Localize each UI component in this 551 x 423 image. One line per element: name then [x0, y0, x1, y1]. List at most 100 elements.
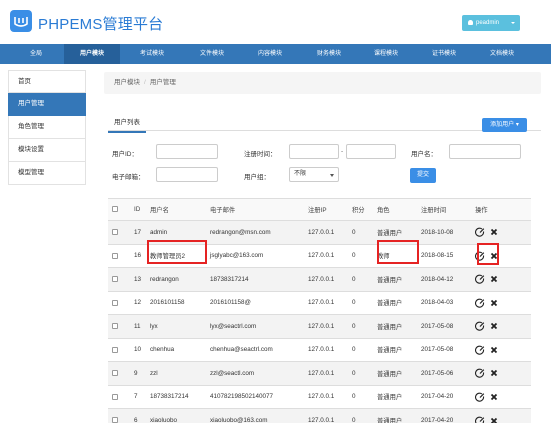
cell-regtime: 2018-04-12 [417, 267, 471, 291]
user-name: peadmin [476, 20, 500, 26]
checkbox[interactable] [112, 206, 118, 213]
row-select-cell[interactable] [108, 361, 130, 385]
edit-icon[interactable] [475, 345, 485, 355]
nav-item-course[interactable]: 课程模块 [358, 44, 414, 64]
column-header: 电子邮件 [206, 198, 304, 221]
app-header: PHPEMS管理平台 peadmin [0, 0, 551, 44]
username-label: 用户名： [411, 151, 437, 158]
row-select-cell[interactable] [108, 220, 130, 244]
checkbox[interactable] [112, 346, 118, 353]
sidebar-item-role-management[interactable]: 角色管理 [8, 116, 86, 139]
delete-icon[interactable] [489, 368, 499, 378]
nav-item-global[interactable]: 全局 [8, 44, 64, 64]
checkbox[interactable] [112, 370, 118, 377]
delete-icon[interactable] [489, 416, 499, 423]
edit-icon[interactable] [475, 227, 485, 237]
add-user-button[interactable]: 添加用户 ▾ [482, 118, 527, 132]
row-select-cell[interactable] [108, 267, 130, 291]
cell-ip: 127.0.0.1 [304, 220, 348, 244]
column-header: 角色 [373, 198, 417, 221]
uid-input[interactable] [156, 144, 218, 159]
breadcrumb: 用户模块 / 用户管理 [104, 72, 541, 94]
cell-regtime: 2017-04-20 [417, 384, 471, 409]
row-actions [471, 220, 531, 244]
cell-id: 7 [130, 384, 146, 409]
delete-icon[interactable] [489, 298, 499, 308]
submit-button[interactable]: 提交 [410, 168, 436, 183]
regtime-separator: - [341, 148, 344, 155]
row-select-cell[interactable] [108, 408, 130, 423]
row-select-cell[interactable] [108, 337, 130, 362]
checkbox[interactable] [112, 229, 118, 236]
delete-icon[interactable] [489, 392, 499, 402]
cell-role: 普通用户 [373, 408, 417, 423]
user-menu-button[interactable]: peadmin [462, 15, 520, 31]
highlight-box-edit [477, 243, 499, 265]
group-select[interactable]: 不限 [289, 167, 339, 182]
cell-username: chenhua [146, 337, 206, 362]
delete-icon[interactable] [489, 227, 499, 237]
edit-icon[interactable] [475, 298, 485, 308]
nav-item-certificate[interactable]: 证书模块 [416, 44, 472, 64]
sidebar-item-user-management[interactable]: 用户管理 [8, 93, 86, 116]
nav-item-finance[interactable]: 财务模块 [301, 44, 357, 64]
row-select-cell[interactable] [108, 290, 130, 315]
delete-icon[interactable] [489, 321, 499, 331]
cell-email: 2016101158@ [206, 290, 304, 315]
delete-icon[interactable] [489, 345, 499, 355]
nav-item-user[interactable]: 用户模块 [64, 44, 120, 64]
edit-icon[interactable] [475, 368, 485, 378]
delete-icon[interactable] [489, 274, 499, 284]
cell-username: redrangon [146, 267, 206, 291]
uid-label: 用户ID： [112, 151, 138, 158]
cell-score: 0 [348, 384, 373, 409]
group-label: 用户组： [244, 174, 270, 181]
cell-ip: 127.0.0.1 [304, 408, 348, 423]
edit-icon[interactable] [475, 416, 485, 423]
regtime-start-input[interactable] [289, 144, 339, 159]
row-select-cell[interactable] [108, 314, 130, 338]
cell-id: 17 [130, 220, 146, 244]
checkbox[interactable] [112, 299, 118, 306]
cell-regtime: 2018-04-03 [417, 290, 471, 315]
table-row: 12 2016101158 2016101158@ 127.0.0.1 0 普通用户 201… [108, 290, 531, 315]
column-header: 操作 [471, 198, 531, 221]
edit-icon[interactable] [475, 321, 485, 331]
checkbox[interactable] [112, 276, 118, 283]
row-select-cell[interactable] [108, 243, 130, 268]
checkbox[interactable] [112, 417, 118, 423]
cell-id: 12 [130, 290, 146, 315]
edit-icon[interactable] [475, 274, 485, 284]
sidebar: 首页 用户管理 角色管理 模块设置 模型管理 [8, 70, 86, 185]
cell-email: zzl@seactl.com [206, 361, 304, 385]
checkbox[interactable] [112, 323, 118, 330]
sidebar-item-module-settings[interactable]: 模块设置 [8, 139, 86, 162]
checkbox[interactable] [112, 252, 118, 259]
sidebar-item-home[interactable]: 首页 [8, 70, 86, 93]
cell-email: 18738317214 [206, 267, 304, 291]
breadcrumb-item-module[interactable]: 用户模块 [114, 79, 140, 86]
cell-score: 0 [348, 267, 373, 291]
cell-id: 16 [130, 243, 146, 268]
cell-ip: 127.0.0.1 [304, 267, 348, 291]
row-select-cell[interactable] [108, 384, 130, 409]
cell-role: 普通用户 [373, 290, 417, 315]
cell-score: 0 [348, 408, 373, 423]
top-nav: 全局 用户模块 考试模块 文件模块 内容模块 财务模块 课程模块 证书模块 文档… [0, 44, 551, 64]
main-panel: 用户列表 添加用户 ▾ 用户ID： 注册时间： - 用户名： 电子邮箱： 用户组… [104, 110, 541, 423]
sidebar-item-model-management[interactable]: 模型管理 [8, 162, 86, 185]
username-input[interactable] [449, 144, 521, 159]
nav-item-document[interactable]: 文档模块 [474, 44, 530, 64]
nav-item-content[interactable]: 内容模块 [242, 44, 298, 64]
edit-icon[interactable] [475, 392, 485, 402]
regtime-end-input[interactable] [346, 144, 396, 159]
header-select-all[interactable] [108, 198, 130, 221]
highlight-box-username [147, 240, 207, 264]
row-actions [471, 337, 531, 362]
cell-regtime: 2017-05-06 [417, 361, 471, 385]
checkbox[interactable] [112, 393, 118, 400]
table-row: 7 18738317214 410782198502140077 127.0.0.1 0… [108, 384, 531, 409]
email-input[interactable] [156, 167, 218, 182]
nav-item-exam[interactable]: 考试模块 [124, 44, 180, 64]
nav-item-file[interactable]: 文件模块 [184, 44, 240, 64]
